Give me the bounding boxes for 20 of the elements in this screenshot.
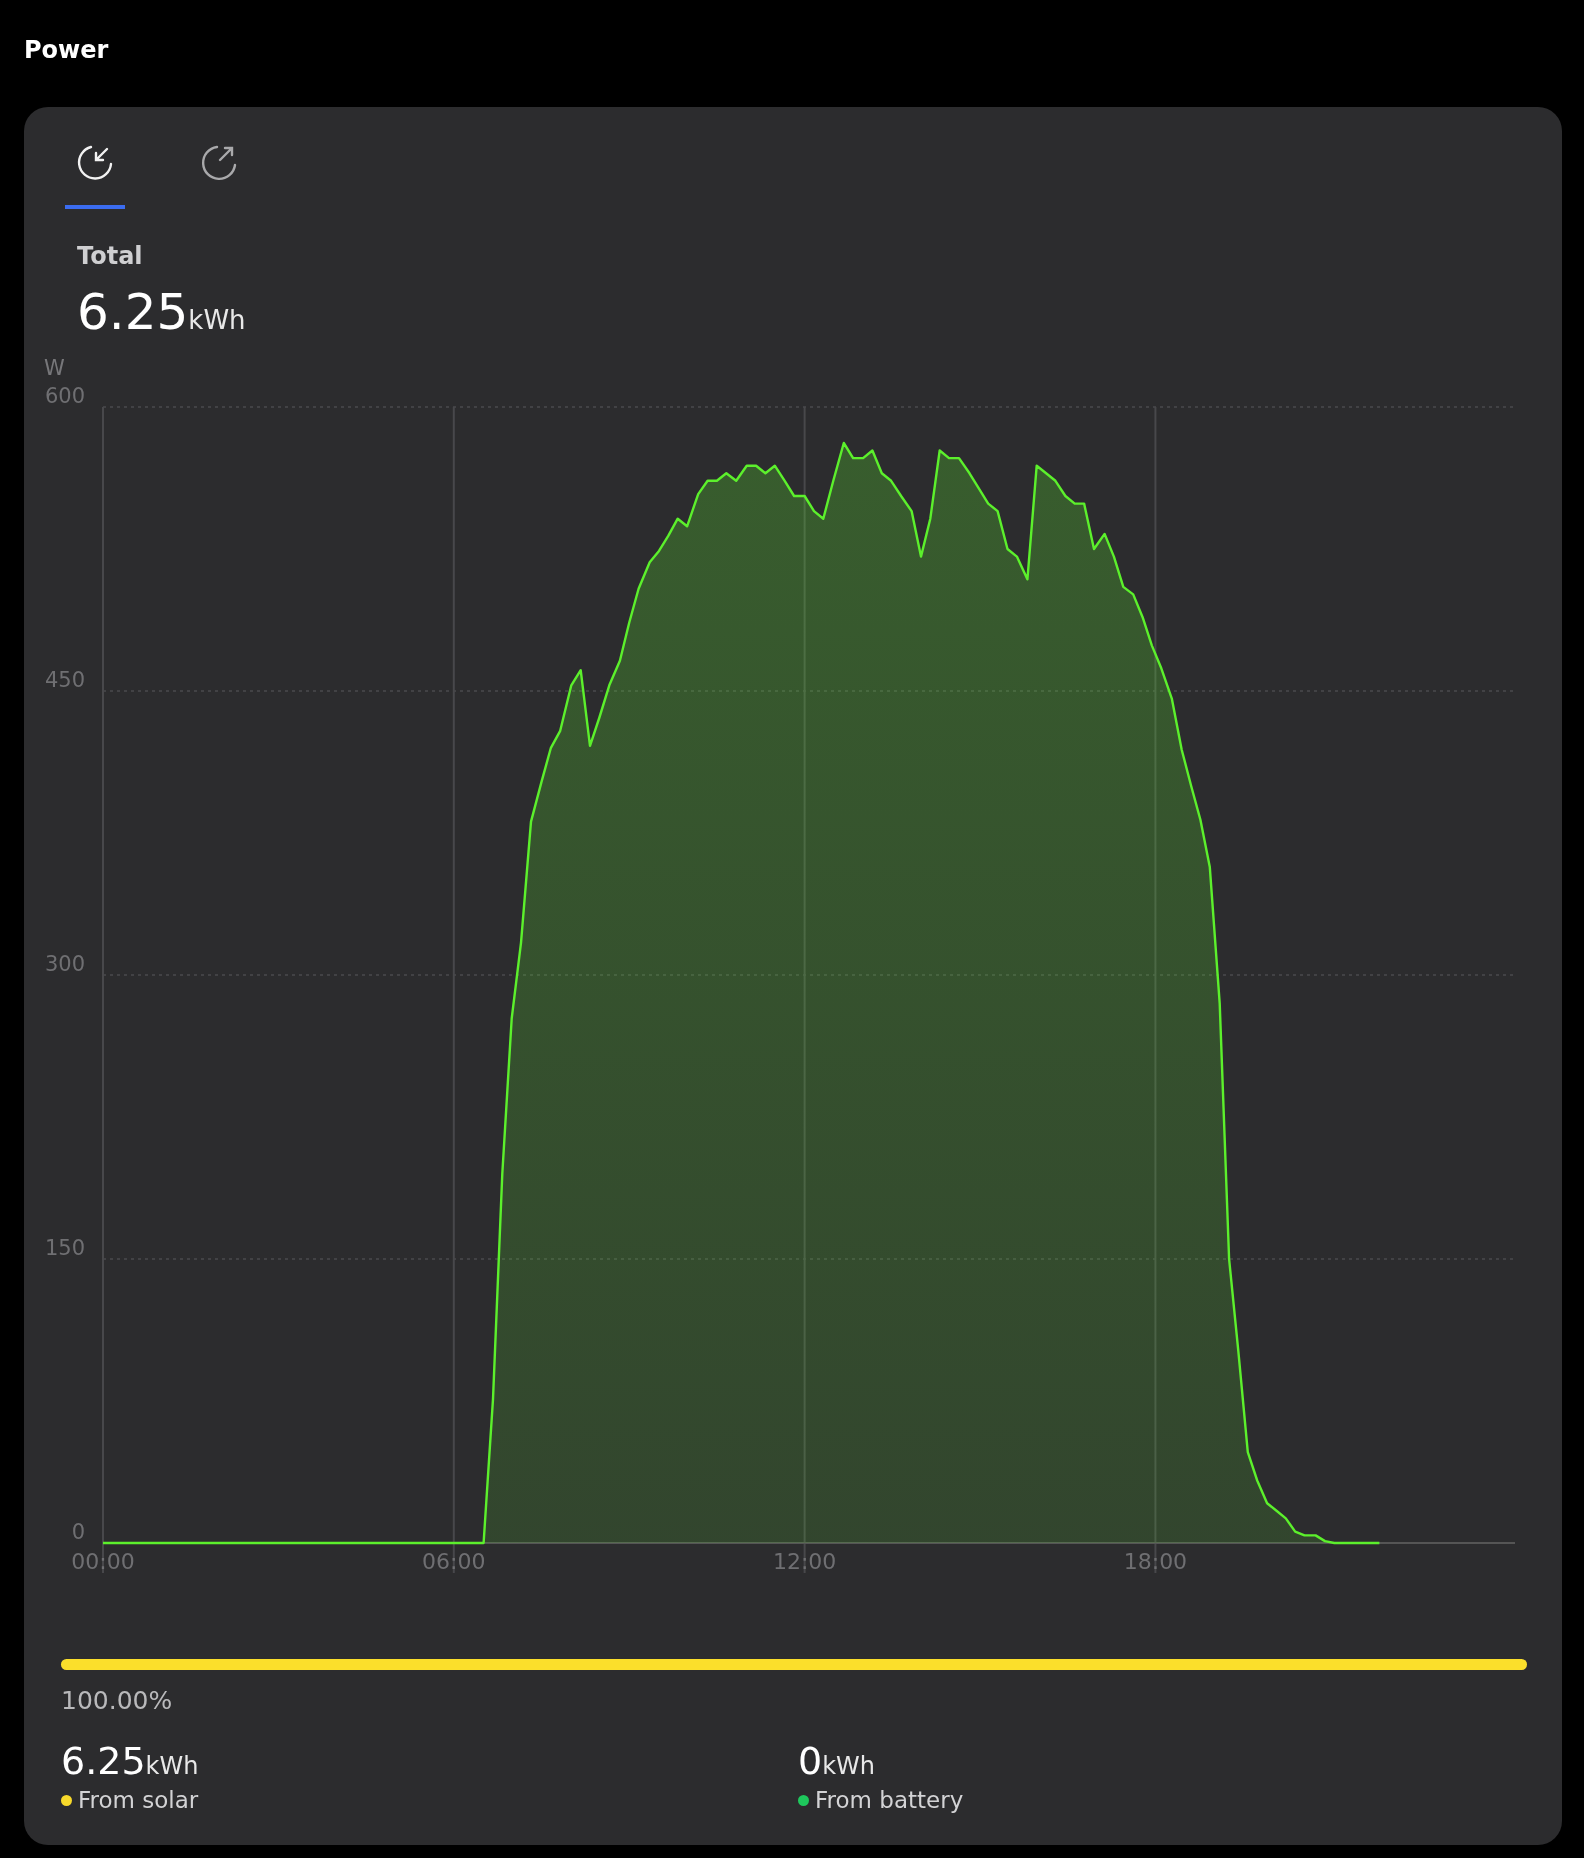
total-label: Total (77, 242, 144, 270)
x-axis-label: 12:00 (772, 1549, 837, 1574)
total-value: 6.25 kWh (77, 283, 246, 341)
x-axis-label: 00:00 (71, 1549, 135, 1574)
x-axis-label: 06:00 (422, 1549, 486, 1574)
axis-unit-label: W (44, 356, 65, 380)
source-label: From solar (78, 1787, 199, 1813)
arrow-in-circle-icon (75, 143, 115, 183)
source-value: 0kWh (798, 1739, 876, 1783)
y-axis-label: 0 (71, 1520, 85, 1544)
y-axis-label: 450 (44, 668, 85, 692)
y-axis-label: 150 (44, 1236, 85, 1260)
source-value: 6.25kWh (61, 1739, 199, 1783)
x-axis-label: 18:00 (1123, 1549, 1188, 1574)
source-label: From battery (815, 1787, 964, 1813)
percentage-text: 100.00% (61, 1686, 174, 1715)
y-axis-label: 300 (44, 952, 85, 976)
page-title: Power (24, 35, 110, 66)
arrow-out-circle-icon (199, 143, 239, 183)
y-axis-label: 600 (44, 384, 85, 408)
